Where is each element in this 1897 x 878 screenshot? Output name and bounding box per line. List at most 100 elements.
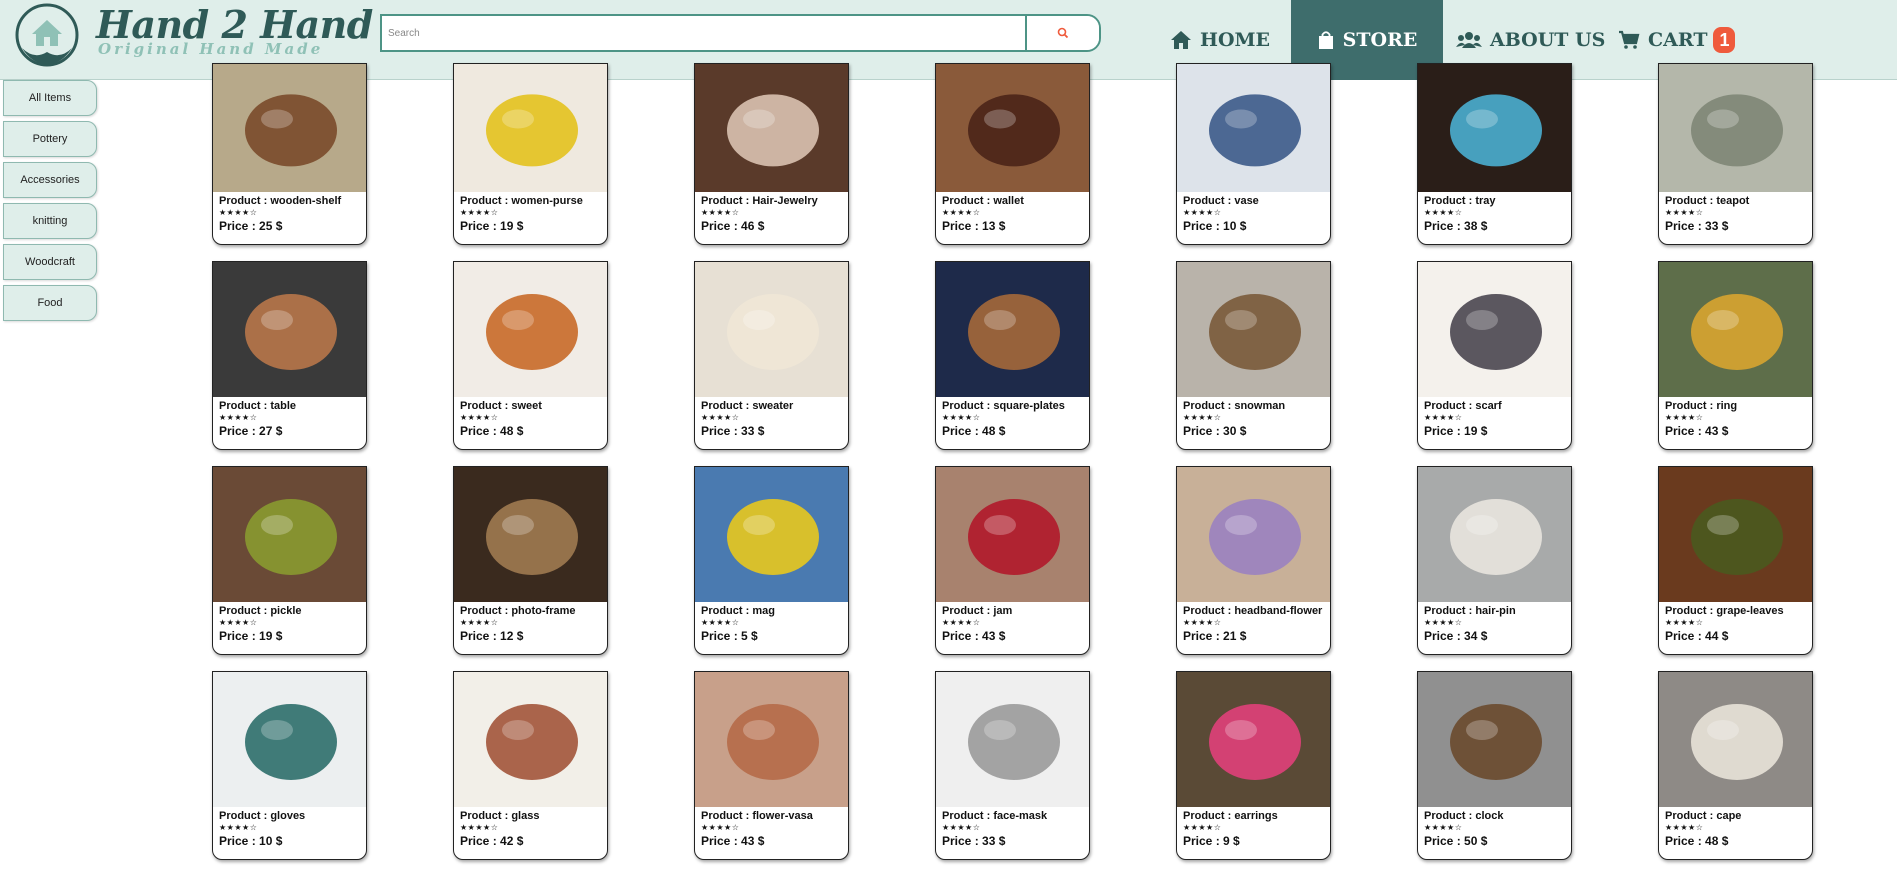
product-card[interactable]: Product : pickle ★★★★☆ Price : 19 $ — [212, 466, 367, 655]
search-icon — [1057, 27, 1069, 39]
product-card[interactable]: Product : photo-frame ★★★★☆ Price : 12 $ — [453, 466, 608, 655]
search-input[interactable] — [382, 16, 1025, 50]
product-price: Price : 21 $ — [1183, 629, 1247, 643]
product-card[interactable]: Product : scarf ★★★★☆ Price : 19 $ — [1417, 261, 1572, 450]
product-name: Product : grape-leaves — [1665, 605, 1784, 617]
product-name: Product : gloves — [219, 810, 306, 822]
product-name: Product : clock — [1424, 810, 1504, 822]
category-pottery[interactable]: Pottery — [3, 121, 97, 157]
pickle-image[interactable] — [213, 467, 367, 602]
product-price: Price : 19 $ — [1424, 424, 1488, 438]
product-rating: ★★★★☆ — [1665, 618, 1704, 627]
product-name: Product : ring — [1665, 400, 1738, 412]
product-card[interactable]: Product : sweet ★★★★☆ Price : 48 $ — [453, 261, 608, 450]
product-rating: ★★★★☆ — [460, 413, 499, 422]
sweet-image[interactable] — [454, 262, 608, 397]
category-all-items[interactable]: All Items — [3, 80, 97, 116]
product-name: Product : sweater — [701, 400, 794, 412]
product-name: Product : headband-flower — [1183, 605, 1323, 617]
hair-jewelry-image[interactable] — [695, 64, 849, 192]
product-price: Price : 27 $ — [219, 424, 283, 438]
cart-count-badge: 1 — [1713, 27, 1736, 53]
category-food[interactable]: Food — [3, 285, 97, 321]
product-price: Price : 19 $ — [219, 629, 283, 643]
glass-image[interactable] — [454, 672, 608, 807]
sweater-image[interactable] — [695, 262, 849, 397]
product-price: Price : 50 $ — [1424, 834, 1488, 848]
product-rating: ★★★★☆ — [1183, 823, 1222, 832]
category-knitting[interactable]: knitting — [3, 203, 97, 239]
product-card[interactable]: Product : tray ★★★★☆ Price : 38 $ — [1417, 63, 1572, 245]
table-image[interactable] — [213, 262, 367, 397]
ring-image[interactable] — [1659, 262, 1813, 397]
flower-vasa-image[interactable] — [695, 672, 849, 807]
mag-image[interactable] — [695, 467, 849, 602]
product-rating: ★★★★☆ — [942, 413, 981, 422]
product-card[interactable]: Product : snowman ★★★★☆ Price : 30 $ — [1176, 261, 1331, 450]
nav-cart-label: CART — [1648, 29, 1708, 51]
hair-pin-image[interactable] — [1418, 467, 1572, 602]
product-card[interactable]: Product : Hair-Jewelry ★★★★☆ Price : 46 $ — [694, 63, 849, 245]
product-card[interactable]: Product : flower-vasa ★★★★☆ Price : 43 $ — [694, 671, 849, 860]
product-grid: Product : wooden-shelf ★★★★☆ Price : 25 $ P… — [212, 63, 1813, 860]
product-card[interactable]: Product : gloves ★★★★☆ Price : 10 $ — [212, 671, 367, 860]
product-price: Price : 10 $ — [219, 834, 283, 848]
category-woodcraft[interactable]: Woodcraft — [3, 244, 97, 280]
product-card[interactable]: Product : sweater ★★★★☆ Price : 33 $ — [694, 261, 849, 450]
scarf-image[interactable] — [1418, 262, 1572, 397]
tray-image[interactable] — [1418, 64, 1572, 192]
clock-image[interactable] — [1418, 672, 1572, 807]
product-card[interactable]: Product : women-purse ★★★★☆ Price : 19 $ — [453, 63, 608, 245]
cape-image[interactable] — [1659, 672, 1813, 807]
product-price: Price : 43 $ — [701, 834, 765, 848]
product-card[interactable]: Product : cape ★★★★☆ Price : 48 $ — [1658, 671, 1813, 860]
face-mask-image[interactable] — [936, 672, 1090, 807]
product-card[interactable]: Product : ring ★★★★☆ Price : 43 $ — [1658, 261, 1813, 450]
product-card[interactable]: Product : teapot ★★★★☆ Price : 33 $ — [1658, 63, 1813, 245]
square-plates-image[interactable] — [936, 262, 1090, 397]
gloves-image[interactable] — [213, 672, 367, 807]
wooden-shelf-image[interactable] — [213, 64, 367, 192]
shopping-cart-icon — [1619, 30, 1640, 49]
product-card[interactable]: Product : clock ★★★★☆ Price : 50 $ — [1417, 671, 1572, 860]
product-name: Product : earrings — [1183, 810, 1278, 822]
search-button[interactable] — [1025, 16, 1099, 50]
headband-flower-image[interactable] — [1177, 467, 1331, 602]
category-sidebar: All Items Pottery Accessories knitting W… — [3, 80, 97, 326]
teapot-image[interactable] — [1659, 64, 1813, 192]
photo-frame-image[interactable] — [454, 467, 608, 602]
product-card[interactable]: Product : vase ★★★★☆ Price : 10 $ — [1176, 63, 1331, 245]
product-rating: ★★★★☆ — [701, 208, 740, 217]
product-price: Price : 33 $ — [942, 834, 1006, 848]
category-accessories[interactable]: Accessories — [3, 162, 97, 198]
nav-store-label: STORE — [1342, 29, 1418, 51]
snowman-image[interactable] — [1177, 262, 1331, 397]
product-rating: ★★★★☆ — [219, 208, 258, 217]
hand-house-logo-icon[interactable] — [12, 2, 82, 72]
vase-image[interactable] — [1177, 64, 1331, 192]
product-rating: ★★★★☆ — [460, 823, 499, 832]
wallet-image[interactable] — [936, 64, 1090, 192]
grape-leaves-image[interactable] — [1659, 467, 1813, 602]
product-rating: ★★★★☆ — [1665, 208, 1704, 217]
product-card[interactable]: Product : jam ★★★★☆ Price : 43 $ — [935, 466, 1090, 655]
product-rating: ★★★★☆ — [1183, 413, 1222, 422]
jam-image[interactable] — [936, 467, 1090, 602]
product-card[interactable]: Product : table ★★★★☆ Price : 27 $ — [212, 261, 367, 450]
product-rating: ★★★★☆ — [1424, 208, 1463, 217]
product-card[interactable]: Product : mag ★★★★☆ Price : 5 $ — [694, 466, 849, 655]
product-card[interactable]: Product : headband-flower ★★★★☆ Price : 21… — [1176, 466, 1331, 655]
earrings-image[interactable] — [1177, 672, 1331, 807]
product-card[interactable]: Product : wallet ★★★★☆ Price : 13 $ — [935, 63, 1090, 245]
product-card[interactable]: Product : square-plates ★★★★☆ Price : 48 $ — [935, 261, 1090, 450]
product-name: Product : scarf — [1424, 400, 1502, 412]
product-rating: ★★★★☆ — [219, 823, 258, 832]
product-card[interactable]: Product : face-mask ★★★★☆ Price : 33 $ — [935, 671, 1090, 860]
product-card[interactable]: Product : earrings ★★★★☆ Price : 9 $ — [1176, 671, 1331, 860]
product-card[interactable]: Product : wooden-shelf ★★★★☆ Price : 25 $ — [212, 63, 367, 245]
product-card[interactable]: Product : glass ★★★★☆ Price : 42 $ — [453, 671, 608, 860]
product-card[interactable]: Product : hair-pin ★★★★☆ Price : 34 $ — [1417, 466, 1572, 655]
product-card[interactable]: Product : grape-leaves ★★★★☆ Price : 44 $ — [1658, 466, 1813, 655]
women-purse-image[interactable] — [454, 64, 608, 192]
product-price: Price : 34 $ — [1424, 629, 1488, 643]
